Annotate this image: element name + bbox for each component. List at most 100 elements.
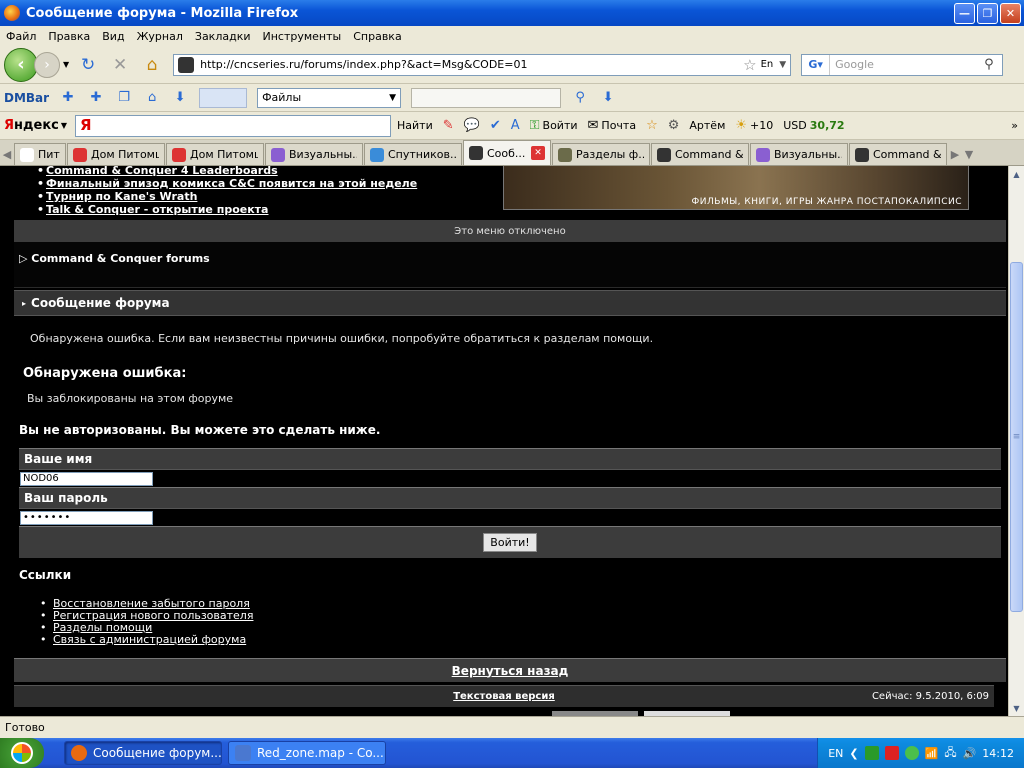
start-button[interactable] (0, 738, 44, 768)
maximize-button[interactable]: ❐ (977, 2, 998, 24)
comment-icon[interactable]: 💬 (464, 118, 480, 133)
files-select[interactable]: Файлы ▼ (257, 87, 402, 108)
tray-expand-icon[interactable]: ❮ (849, 747, 858, 760)
tab-7[interactable]: Command &... (651, 143, 749, 165)
url-bar[interactable]: http://cncseries.ru/forums/index.php?&ac… (173, 53, 792, 76)
minimize-button[interactable]: — (954, 2, 975, 24)
tab-scroll-left-icon[interactable]: ◀ (0, 143, 14, 165)
agent-icon[interactable] (904, 746, 919, 760)
url-dropdown-icon[interactable]: ▼ (779, 60, 786, 70)
stop-icon[interactable]: ✕ (107, 52, 133, 78)
post-apocalypse-banner[interactable]: ФИЛЬМЫ, КНИГИ, ИГРЫ ЖАНРА ПОСТАПОКАЛИПСИ… (503, 166, 969, 210)
tab-5[interactable]: Сооб... ✕ (463, 140, 551, 165)
antivirus-icon[interactable] (884, 746, 899, 760)
tab-4[interactable]: Спутников... (364, 143, 462, 165)
download-menu-icon[interactable]: ⬇ (171, 89, 189, 107)
copy-icon[interactable]: ❐ (115, 89, 133, 107)
menu-file[interactable]: Файл (0, 30, 42, 43)
clock[interactable]: 14:12 (982, 747, 1014, 760)
download-arrow-icon[interactable]: ⬇ (599, 89, 617, 107)
bookmarks-icon[interactable]: ☆ (646, 118, 658, 133)
back-link[interactable]: Вернуться назад (14, 658, 1006, 682)
scroll-down-icon[interactable]: ▼ (1009, 700, 1024, 716)
tab-2[interactable]: Дом Питомца (166, 143, 264, 165)
search-bar[interactable]: G▾ Google ⚲ (801, 53, 1004, 76)
marker-icon[interactable]: ✎ (443, 118, 454, 133)
weather-widget[interactable]: ☀ +10 (735, 118, 773, 133)
back-button[interactable]: ‹ (4, 47, 38, 82)
yandex-menu-icon[interactable]: ▼ (61, 121, 67, 130)
map-editor-icon (235, 745, 251, 761)
link-contact-admin[interactable]: Связь с администрацией форума (40, 634, 253, 647)
home-icon[interactable]: ⌂ (139, 52, 165, 78)
yandex-find-button[interactable]: Найти (397, 119, 433, 132)
tab-9[interactable]: Command &... (849, 143, 947, 165)
close-button[interactable]: ✕ (1000, 2, 1021, 24)
news-item[interactable]: Talk & Conquer - открытие проекта (37, 203, 417, 216)
all-tabs-icon[interactable]: ▼ (962, 143, 976, 165)
bookmark-star-icon[interactable]: ☆ (743, 56, 756, 74)
mail-button[interactable]: ✉ Почта (588, 118, 637, 133)
url-text[interactable]: http://cncseries.ru/forums/index.php?&ac… (200, 58, 743, 71)
news-item[interactable]: Command & Conquer 4 Leaderboards (37, 166, 417, 177)
gear-icon[interactable]: ⚙ (668, 118, 680, 133)
add-icon[interactable]: ✚ (87, 89, 105, 107)
currency-widget[interactable]: USD 30,72 (783, 119, 844, 132)
yandex-search-input[interactable]: Я (75, 114, 391, 137)
menu-history[interactable]: Журнал (131, 30, 189, 43)
menu-tools[interactable]: Инструменты (257, 30, 348, 43)
tab-0[interactable]: Питомца (14, 143, 66, 165)
news-item[interactable]: Турнир по Kane's Wrath (37, 190, 417, 203)
tab-3[interactable]: Визуальны... (265, 143, 363, 165)
language-indicator[interactable]: EN (828, 747, 843, 760)
menu-edit[interactable]: Правка (42, 30, 96, 43)
search-icon[interactable]: ⚲ (984, 57, 1002, 72)
magnifier-icon[interactable]: ⚲ (571, 89, 589, 107)
dmbar-logo[interactable]: DMBar (4, 91, 49, 105)
login-submit-button[interactable]: Войти! (483, 533, 537, 552)
translate-icon[interactable]: A (511, 118, 520, 133)
task-label: Сообщение форум... (93, 746, 222, 760)
toolbar-overflow-icon[interactable]: » (1011, 119, 1018, 132)
scroll-thumb[interactable]: ≡ (1010, 262, 1023, 612)
history-dropdown-icon[interactable]: ▼ (63, 60, 69, 69)
menu-help[interactable]: Справка (347, 30, 407, 43)
dmbar-field[interactable] (199, 87, 248, 108)
dmbar-search-input[interactable] (411, 87, 562, 108)
news-item[interactable]: Финальный эпизод комикса C&C появится на… (37, 177, 417, 190)
login-button[interactable]: ⚿ Войти (530, 118, 578, 133)
search-input[interactable]: Google (830, 58, 984, 71)
network-icon[interactable]: 📶 (925, 747, 939, 760)
google-icon[interactable]: G▾ (802, 54, 831, 75)
home-menu-icon[interactable]: ⌂ (143, 89, 161, 107)
tab-close-icon[interactable]: ✕ (531, 146, 545, 160)
text-version-link[interactable]: Текстовая версия (14, 691, 994, 702)
utorrent-icon[interactable] (864, 746, 879, 760)
forward-button[interactable]: › (34, 51, 60, 78)
tab-6[interactable]: Разделы ф... (552, 143, 650, 165)
tab-1[interactable]: Дом Питомца (67, 143, 165, 165)
password-input[interactable]: ••••••• (20, 510, 153, 525)
volume-icon[interactable]: 🔊 (963, 747, 977, 760)
window-titlebar[interactable]: Сообщение форума - Mozilla Firefox — ❐ ✕ (0, 0, 1024, 26)
vertical-scrollbar[interactable]: ▲ ≡ ▼ (1008, 166, 1024, 716)
spellcheck-icon[interactable]: ✔ (490, 118, 501, 133)
tab-favicon (469, 146, 483, 160)
menu-bookmarks[interactable]: Закладки (189, 30, 257, 43)
tab-label: Спутников... (388, 148, 456, 161)
network2-icon[interactable]: 🖧 (944, 744, 956, 763)
taskbar-item-editor[interactable]: Red_zone.map - Co... (228, 741, 386, 765)
menu-view[interactable]: Вид (96, 30, 130, 43)
taskbar-item-firefox[interactable]: Сообщение форум... (64, 741, 222, 765)
user-name[interactable]: Артём (689, 119, 725, 132)
username-input[interactable]: NOD06 (20, 471, 153, 486)
scroll-up-icon[interactable]: ▲ (1009, 166, 1024, 182)
yandex-logo[interactable]: Яндекс (4, 118, 59, 133)
tab-scroll-right-icon[interactable]: ▶ (948, 143, 962, 165)
forums-link[interactable]: ▷ Command & Conquer forums (19, 252, 210, 265)
reload-icon[interactable]: ↻ (75, 52, 101, 78)
dmbar-settings-icon[interactable]: ✚ (59, 89, 77, 107)
tab-8[interactable]: Визуальны... (750, 143, 848, 165)
currency-label: USD (783, 119, 807, 132)
language-indicator: En (760, 59, 774, 70)
